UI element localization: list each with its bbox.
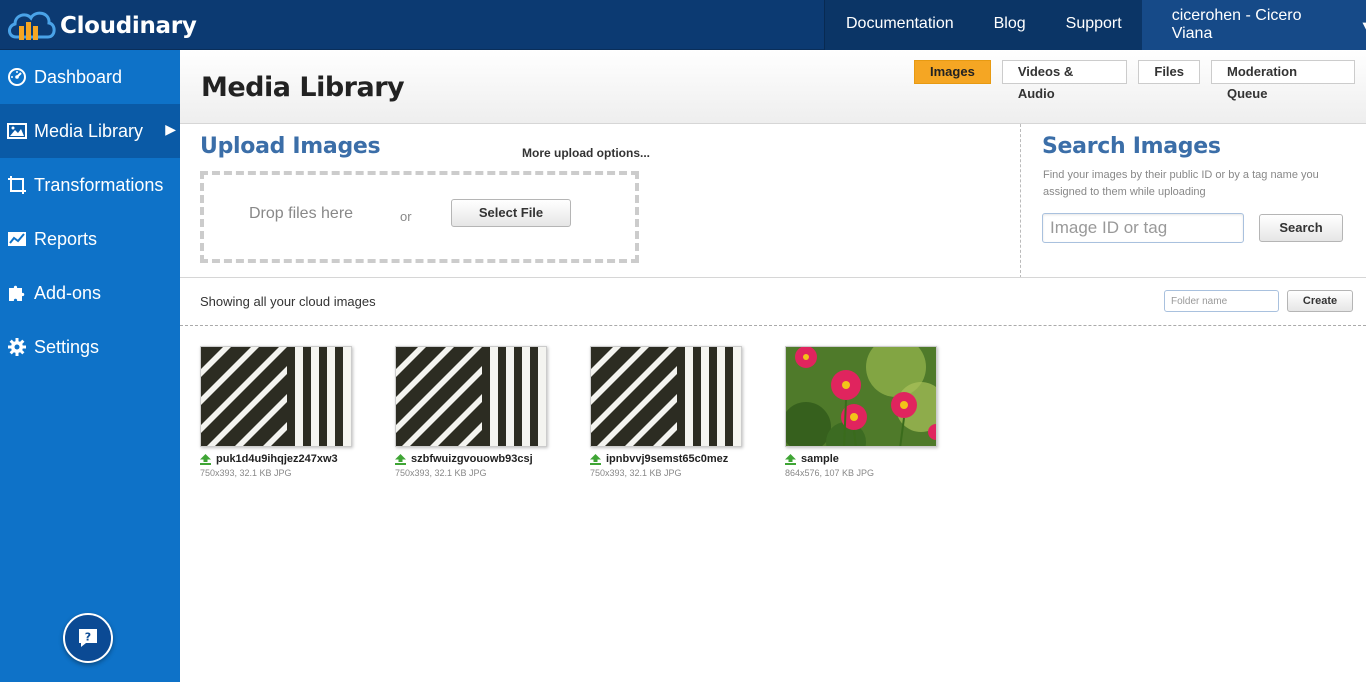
asset-meta: 750x393, 32.1 KB JPG bbox=[200, 468, 292, 478]
dashboard-gauge-icon bbox=[7, 67, 27, 87]
sidebar-item-label: Transformations bbox=[34, 174, 164, 195]
sidebar-item-dashboard[interactable]: Dashboard bbox=[0, 50, 180, 104]
asset-thumbnail[interactable] bbox=[785, 346, 937, 447]
puzzle-icon bbox=[7, 283, 27, 303]
asset-name-text: szbfwuizgvouowb93csj bbox=[411, 453, 533, 465]
search-button[interactable]: Search bbox=[1259, 214, 1343, 242]
select-file-button[interactable]: Select File bbox=[451, 199, 571, 227]
tab-files[interactable]: Files bbox=[1138, 60, 1200, 84]
svg-text:?: ? bbox=[85, 631, 91, 644]
upload-dropzone[interactable]: Drop files here or Select File bbox=[200, 171, 639, 263]
top-nav-links: Documentation Blog Support bbox=[824, 0, 1142, 50]
upload-arrow-icon bbox=[200, 453, 211, 465]
asset-card[interactable]: ipnbvvj9semst65c0mez 750x393, 32.1 KB JP… bbox=[590, 346, 750, 478]
showing-images-text: Showing all your cloud images bbox=[200, 294, 376, 309]
cloudinary-logo-icon bbox=[8, 11, 56, 40]
sidebar-item-label: Settings bbox=[34, 336, 100, 357]
top-bar: Cloudinary Documentation Blog Support ci… bbox=[0, 0, 1366, 50]
top-nav: Documentation Blog Support cicerohen - C… bbox=[824, 0, 1366, 50]
active-arrow-icon: ▶ bbox=[165, 121, 176, 137]
nav-documentation[interactable]: Documentation bbox=[825, 0, 974, 50]
help-chat-icon: ? bbox=[79, 629, 97, 647]
stripes-thumbnail-image bbox=[591, 347, 741, 446]
create-folder-button[interactable]: Create bbox=[1287, 290, 1353, 312]
flowers-thumbnail-image bbox=[786, 347, 936, 446]
sidebar-item-media-library[interactable]: Media Library ▶ bbox=[0, 104, 180, 158]
asset-name-text: puk1d4u9ihqjez247xw3 bbox=[216, 453, 338, 465]
sidebar-item-settings[interactable]: Settings bbox=[0, 320, 180, 374]
sidebar: Dashboard Media Library ▶ Transformation… bbox=[0, 50, 180, 682]
chart-icon bbox=[7, 229, 27, 249]
search-section: Search Images Find your images by their … bbox=[1020, 124, 1366, 278]
user-menu[interactable]: cicerohen - Cicero Viana ▼ bbox=[1141, 0, 1366, 50]
tab-videos-audio[interactable]: Videos & Audio bbox=[1001, 60, 1128, 101]
asset-thumbnail[interactable] bbox=[590, 346, 742, 447]
sidebar-item-label: Media Library bbox=[34, 120, 144, 141]
section-divider bbox=[180, 277, 1366, 278]
asset-meta: 750x393, 32.1 KB JPG bbox=[395, 468, 487, 478]
sidebar-item-reports[interactable]: Reports bbox=[0, 212, 180, 266]
asset-name[interactable]: ipnbvvj9semst65c0mez bbox=[590, 453, 750, 465]
search-title: Search Images bbox=[1042, 134, 1221, 159]
asset-name[interactable]: sample bbox=[785, 453, 945, 465]
more-upload-options-link[interactable]: More upload options... bbox=[522, 146, 650, 160]
image-icon bbox=[7, 121, 27, 141]
logo[interactable]: Cloudinary bbox=[6, 7, 197, 45]
or-text: or bbox=[400, 209, 412, 224]
asset-name-text: sample bbox=[801, 453, 839, 465]
sidebar-item-add-ons[interactable]: Add-ons bbox=[0, 266, 180, 320]
asset-thumbnail[interactable] bbox=[395, 346, 547, 447]
sidebar-item-transformations[interactable]: Transformations bbox=[0, 158, 180, 212]
brand-name: Cloudinary bbox=[60, 13, 197, 39]
stripes-thumbnail-image bbox=[201, 347, 351, 446]
caret-down-icon: ▼ bbox=[1360, 18, 1366, 33]
sidebar-item-label: Dashboard bbox=[34, 66, 123, 87]
search-input[interactable] bbox=[1042, 213, 1244, 243]
upload-title: Upload Images bbox=[200, 134, 381, 159]
asset-meta: 864x576, 107 KB JPG bbox=[785, 468, 875, 478]
asset-card[interactable]: puk1d4u9ihqjez247xw3 750x393, 32.1 KB JP… bbox=[200, 346, 360, 478]
tab-images[interactable]: Images bbox=[914, 60, 991, 84]
asset-card[interactable]: szbfwuizgvouowb93csj 750x393, 32.1 KB JP… bbox=[395, 346, 555, 478]
crop-icon bbox=[7, 175, 27, 195]
asset-thumbnail[interactable] bbox=[200, 346, 352, 447]
page-title: Media Library bbox=[201, 72, 405, 103]
upload-arrow-icon bbox=[395, 453, 406, 465]
nav-support[interactable]: Support bbox=[1046, 0, 1142, 50]
media-type-tabs: Images Videos & Audio Files Moderation Q… bbox=[914, 60, 1366, 101]
stripes-thumbnail-image bbox=[396, 347, 546, 446]
upload-arrow-icon bbox=[590, 453, 601, 465]
user-name: cicerohen - Cicero Viana bbox=[1171, 7, 1302, 42]
dashed-divider bbox=[180, 325, 1366, 326]
folder-name-input[interactable] bbox=[1164, 290, 1279, 312]
search-description: Find your images by their public ID or b… bbox=[1043, 169, 1319, 198]
main-header: Media Library Images Videos & Audio File… bbox=[180, 50, 1366, 124]
sidebar-item-label: Reports bbox=[34, 228, 98, 249]
sidebar-item-label: Add-ons bbox=[34, 282, 102, 303]
upload-section: Upload Images More upload options... Dro… bbox=[180, 124, 1021, 278]
help-button[interactable]: ? bbox=[63, 613, 113, 663]
tab-moderation-queue[interactable]: Moderation Queue bbox=[1211, 60, 1355, 101]
asset-card[interactable]: sample 864x576, 107 KB JPG bbox=[785, 346, 945, 478]
gear-icon bbox=[7, 337, 27, 357]
drop-files-text: Drop files here bbox=[249, 205, 354, 222]
asset-name-text: ipnbvvj9semst65c0mez bbox=[606, 453, 729, 465]
asset-meta: 750x393, 32.1 KB JPG bbox=[590, 468, 682, 478]
upload-arrow-icon bbox=[785, 453, 796, 465]
nav-blog[interactable]: Blog bbox=[974, 0, 1046, 50]
asset-name[interactable]: szbfwuizgvouowb93csj bbox=[395, 453, 555, 465]
asset-name[interactable]: puk1d4u9ihqjez247xw3 bbox=[200, 453, 360, 465]
